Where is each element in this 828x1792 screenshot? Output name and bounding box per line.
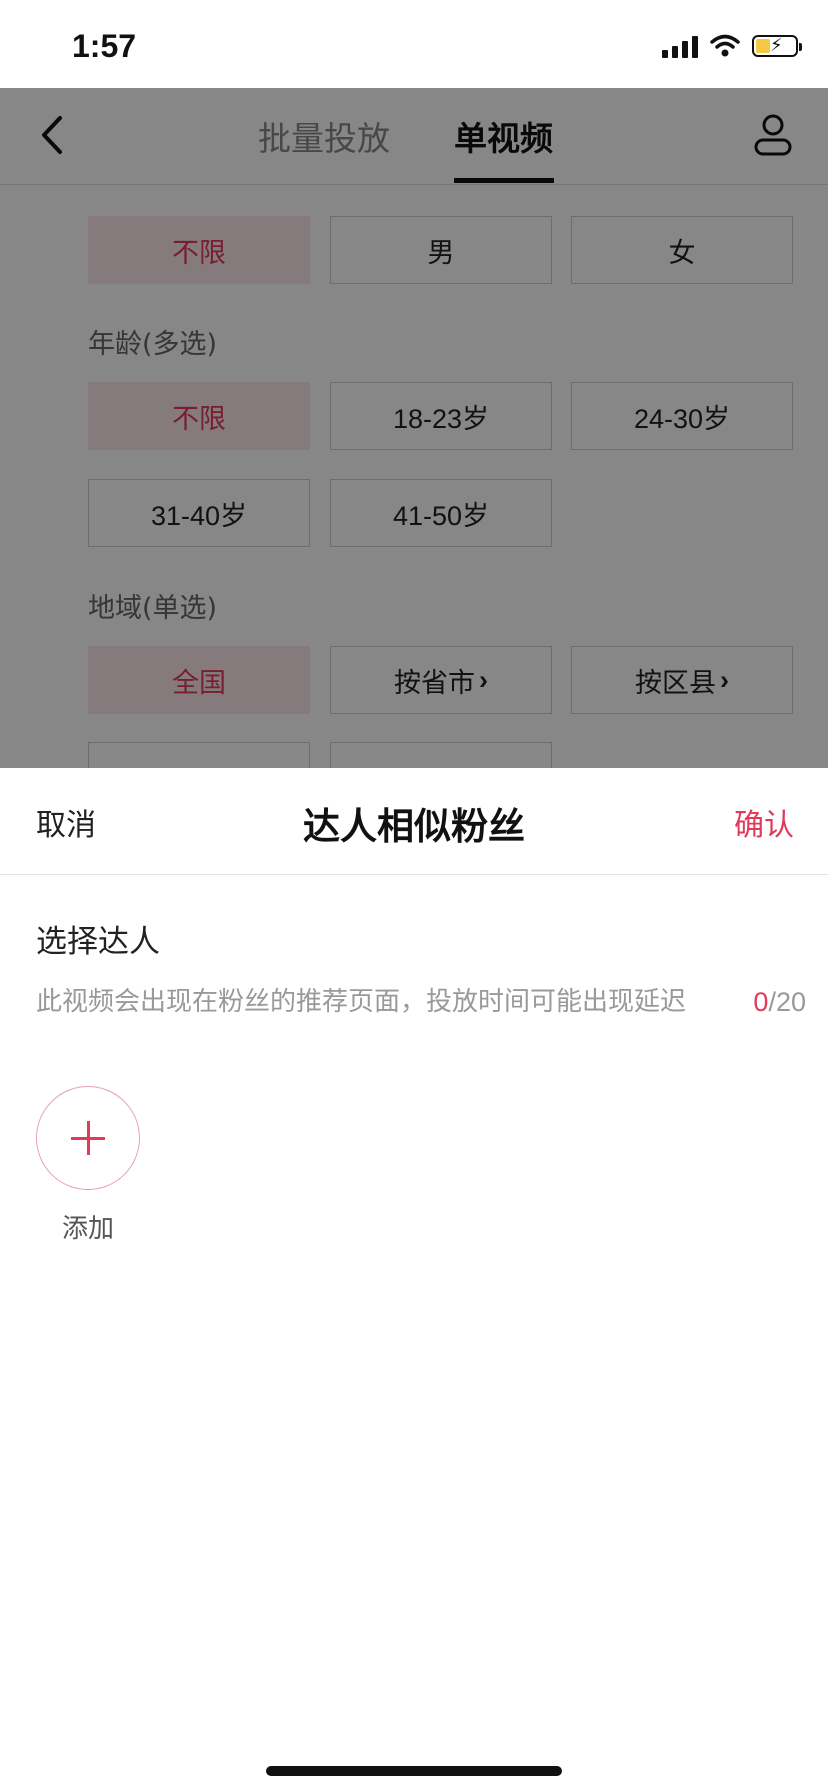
home-indicator bbox=[266, 1766, 562, 1776]
confirm-button[interactable]: 确认 bbox=[734, 800, 794, 844]
description-text: 此视频会出现在粉丝的推荐页面，投放时间可能出现延迟 bbox=[36, 987, 687, 1017]
status-time: 1:57 bbox=[72, 28, 137, 64]
similar-fans-sheet: 取消 达人相似粉丝 确认 选择达人 此视频会出现在粉丝的推荐页面，投放时间可能出… bbox=[0, 768, 828, 1792]
add-label: 添加 bbox=[61, 1214, 114, 1244]
sheet-header: 取消 达人相似粉丝 确认 bbox=[0, 768, 828, 875]
status-bar: 1:57 ⚡ bbox=[0, 0, 828, 88]
modal-backdrop[interactable] bbox=[0, 88, 828, 768]
select-creator-title: 选择达人 bbox=[36, 924, 160, 960]
counter-max: /20 bbox=[768, 987, 806, 1017]
add-creator-button[interactable] bbox=[36, 1086, 140, 1190]
battery-icon: ⚡ bbox=[752, 35, 802, 57]
selection-counter: 0/20 bbox=[753, 984, 806, 1020]
wifi-icon bbox=[710, 34, 740, 57]
status-icons: ⚡ bbox=[662, 34, 802, 58]
cellular-signal-icon bbox=[662, 34, 698, 58]
sheet-title: 达人相似粉丝 bbox=[303, 805, 525, 848]
plus-icon-stroke bbox=[87, 1121, 90, 1155]
counter-current: 0 bbox=[753, 987, 769, 1017]
